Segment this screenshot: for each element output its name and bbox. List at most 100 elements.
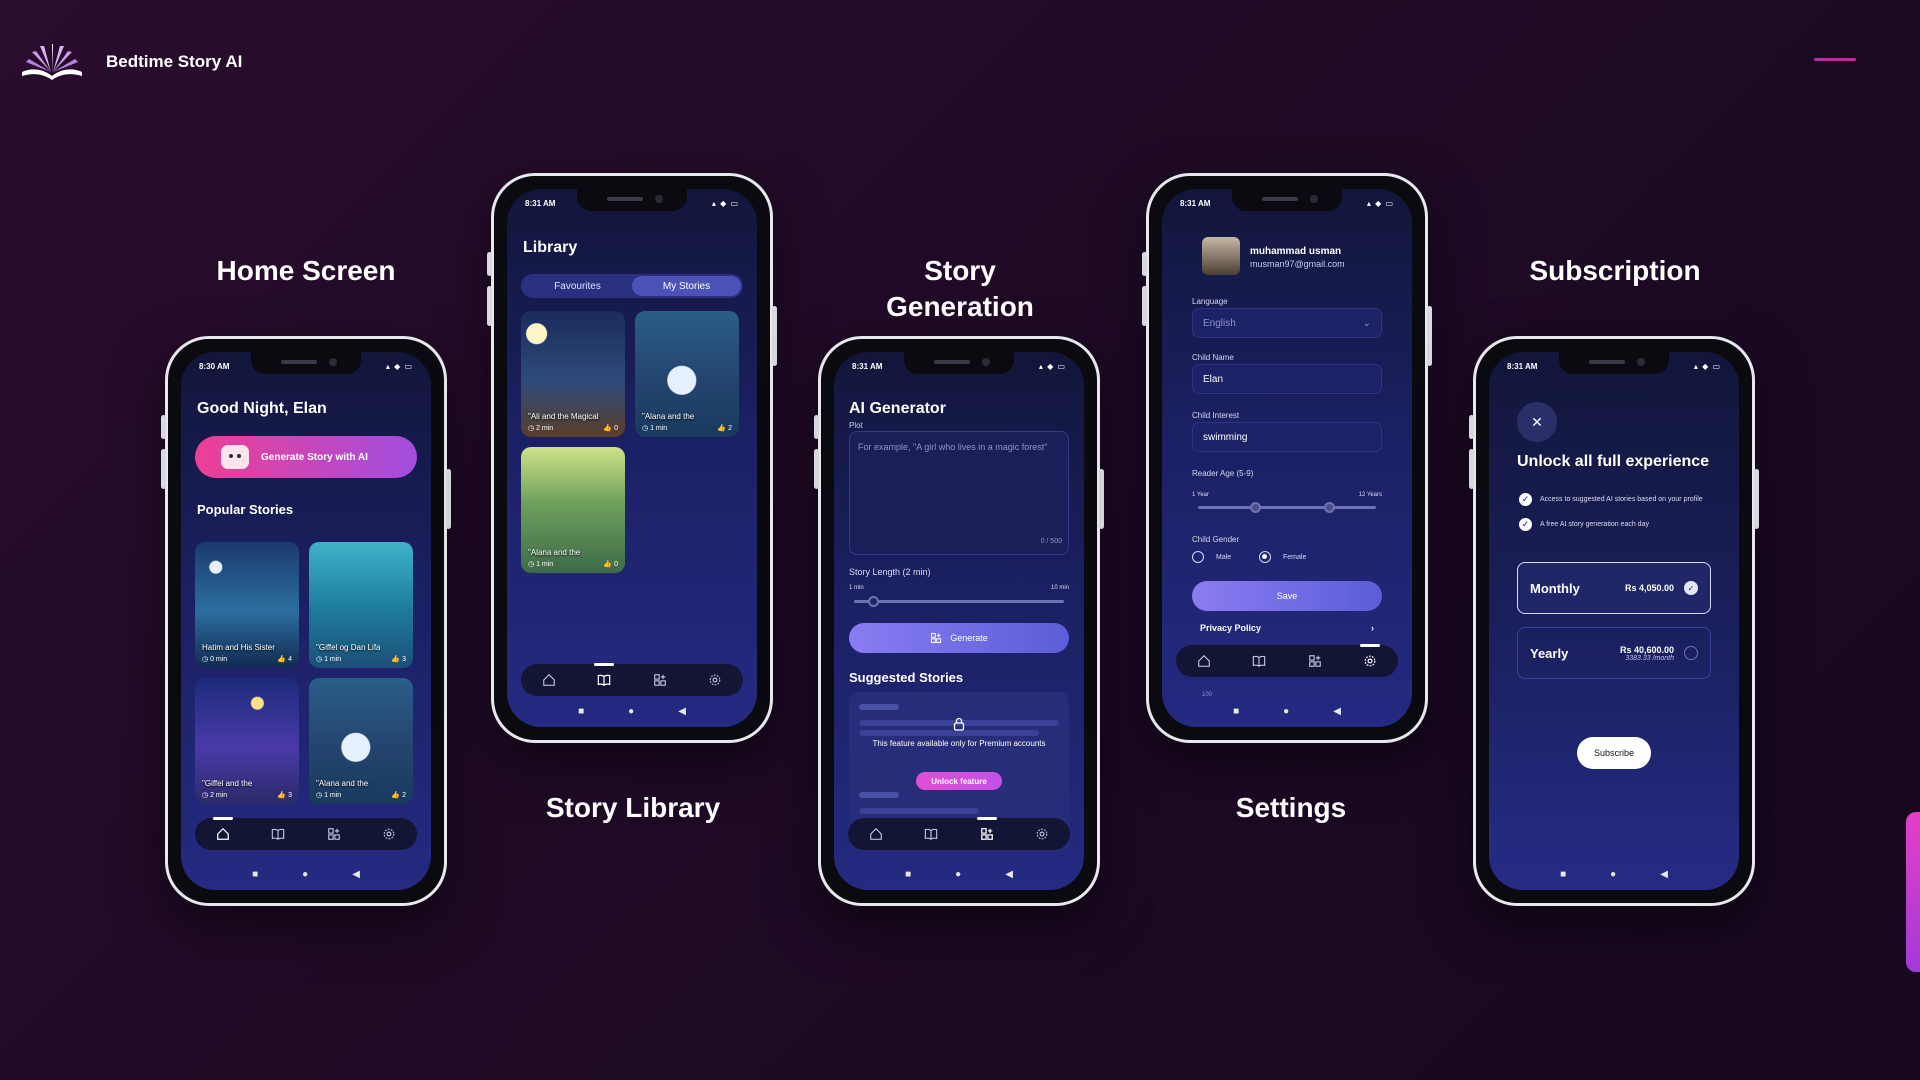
back-button[interactable]: ◀ <box>1005 869 1013 880</box>
plan-monthly[interactable]: Monthly Rs 4,050.00 ✓ <box>1517 562 1711 614</box>
label-generation: Story Generation <box>886 255 1034 322</box>
age-slider-handle-min[interactable] <box>1250 502 1261 513</box>
footer-number: 100 <box>1202 692 1213 698</box>
plot-placeholder: For example, "A girl who lives in a magi… <box>858 442 1048 452</box>
language-select[interactable]: English ⌄ <box>1192 308 1382 338</box>
system-nav: ■ ● ◀ <box>834 869 1084 880</box>
story-card[interactable]: Hatim and His Sister ◷ 0 min 👍 4 <box>195 542 299 668</box>
back-button[interactable]: ◀ <box>678 706 686 717</box>
gender-male-radio[interactable]: Male <box>1192 551 1231 563</box>
home-nav-button[interactable]: ● <box>955 869 961 880</box>
home-icon[interactable] <box>538 669 560 691</box>
reader-age-label: Reader Age (5-9) <box>1192 469 1254 478</box>
phone-library: 8:31 AM ▴ ◆ ▭ Library Favourites My Stori… <box>487 173 777 743</box>
gender-female-radio[interactable]: Female <box>1259 551 1306 563</box>
grid-add-icon[interactable] <box>976 817 998 845</box>
bottom-tab-bar <box>848 817 1070 850</box>
home-nav-button[interactable]: ● <box>628 706 634 717</box>
child-name-field[interactable]: Elan <box>1192 364 1382 394</box>
status-bar: 8:31 AM ▴ ◆ ▭ <box>525 199 739 208</box>
story-time: ◷ 1 min <box>316 656 342 663</box>
grid-add-icon[interactable] <box>649 669 671 691</box>
tab-favourites[interactable]: Favourites <box>523 276 632 296</box>
back-button[interactable]: ◀ <box>1333 706 1341 717</box>
grid-add-icon[interactable] <box>323 823 345 845</box>
home-nav-button[interactable]: ● <box>302 869 308 880</box>
child-interest-field[interactable]: swimming <box>1192 422 1382 452</box>
home-nav-button[interactable]: ● <box>1283 706 1289 717</box>
plot-input[interactable]: For example, "A girl who lives in a magi… <box>849 431 1069 555</box>
phone-settings: 8:31 AM ▴ ◆ ▭ muhammad usman musman97@gma… <box>1142 173 1432 743</box>
story-card[interactable]: "Giffel og Dan Lifa ◷ 1 min 👍 3 <box>309 542 413 668</box>
home-icon[interactable] <box>212 817 234 845</box>
unlock-feature-button[interactable]: Unlock feature <box>916 772 1002 790</box>
recent-apps-button[interactable]: ■ <box>1560 869 1566 880</box>
length-slider-handle[interactable] <box>868 596 879 607</box>
greeting: Good Night, Elan <box>197 400 327 417</box>
story-likes: 👍 2 <box>391 792 406 799</box>
feature-item: ✓ Access to suggested AI stories based on… <box>1519 493 1703 506</box>
lock-icon <box>953 717 965 731</box>
privacy-policy-link[interactable]: Privacy Policy › <box>1200 623 1374 633</box>
age-max-label: 12 Years <box>1358 492 1382 498</box>
check-icon: ✓ <box>1519 518 1532 531</box>
age-slider-track[interactable] <box>1198 506 1376 509</box>
subscribe-button[interactable]: Subscribe <box>1577 737 1651 769</box>
radio-icon <box>1684 646 1698 660</box>
generator-title: AI Generator <box>849 400 946 417</box>
story-time: ◷ 1 min <box>528 561 554 568</box>
home-nav-button[interactable]: ● <box>1610 869 1616 880</box>
home-icon[interactable] <box>865 823 887 845</box>
back-button[interactable]: ◀ <box>352 869 360 880</box>
gear-icon[interactable] <box>1031 823 1053 845</box>
suggested-stories-title: Suggested Stories <box>849 670 964 685</box>
generate-story-button[interactable]: Generate Story with AI <box>195 436 417 478</box>
recent-apps-button[interactable]: ■ <box>578 706 584 717</box>
gear-icon[interactable] <box>704 669 726 691</box>
story-card[interactable]: "Giffel and the ◷ 2 min 👍 3 <box>195 678 299 804</box>
locked-message: This feature available only for Premium … <box>872 739 1046 748</box>
story-card[interactable]: "Alana and the ◷ 1 min 👍 2 <box>309 678 413 804</box>
recent-apps-button[interactable]: ■ <box>905 869 911 880</box>
grid-add-icon[interactable] <box>1304 650 1326 672</box>
menu-indicator[interactable] <box>1814 58 1856 61</box>
story-time: ◷ 1 min <box>316 792 342 799</box>
length-max-label: 10 min <box>1050 585 1069 591</box>
close-icon[interactable]: ✕ <box>1517 402 1557 442</box>
story-card[interactable]: "Ali and the Magical ◷ 2 min 👍 0 <box>521 311 625 437</box>
gear-icon[interactable] <box>378 823 400 845</box>
gear-icon[interactable] <box>1359 644 1381 672</box>
book-icon[interactable] <box>1248 650 1270 672</box>
avatar[interactable] <box>1202 237 1240 275</box>
story-time: ◷ 2 min <box>528 425 554 432</box>
user-name: muhammad usman <box>1250 246 1342 257</box>
save-button[interactable]: Save <box>1192 581 1382 611</box>
recent-apps-button[interactable]: ■ <box>1233 706 1239 717</box>
story-length-label: Story Length (2 min) <box>849 567 931 577</box>
plan-yearly[interactable]: Yearly Rs 40,600.00 3383.33 /month <box>1517 627 1711 679</box>
story-likes: 👍 0 <box>603 425 618 432</box>
story-title: "Alana and the <box>316 779 369 788</box>
plan-price: Rs 40,600.00 3383.33 /month <box>1619 644 1674 662</box>
story-title: Hatim and His Sister <box>202 643 275 652</box>
home-icon[interactable] <box>1193 650 1215 672</box>
generate-button[interactable]: Generate <box>849 623 1069 653</box>
brand-name: Bedtime Story AI <box>106 52 243 71</box>
story-card[interactable]: "Alana and the ◷ 1 min 👍 2 <box>635 311 739 437</box>
story-card[interactable]: "Alana and the ◷ 1 min 👍 0 <box>521 447 625 573</box>
tab-my-stories[interactable]: My Stories <box>632 276 741 296</box>
book-icon[interactable] <box>267 823 289 845</box>
story-title: "Ali and the Magical <box>528 412 599 421</box>
side-tab[interactable] <box>1906 812 1920 972</box>
settings-screen: 8:31 AM ▴ ◆ ▭ muhammad usman musman97@gma… <box>1162 189 1412 727</box>
phone-home: 8:30 AM ▴ ◆ ▭ Good Night, Elan Generate S… <box>161 336 451 906</box>
recent-apps-button[interactable]: ■ <box>252 869 258 880</box>
story-likes: 👍 3 <box>391 656 406 663</box>
feature-item: ✓ A free AI story generation each day <box>1519 518 1649 531</box>
age-slider-handle-max[interactable] <box>1324 502 1335 513</box>
book-icon[interactable] <box>920 823 942 845</box>
back-button[interactable]: ◀ <box>1660 869 1668 880</box>
length-slider-track[interactable] <box>854 600 1064 603</box>
story-title: "Alana and the <box>642 412 695 421</box>
book-icon[interactable] <box>593 663 615 691</box>
